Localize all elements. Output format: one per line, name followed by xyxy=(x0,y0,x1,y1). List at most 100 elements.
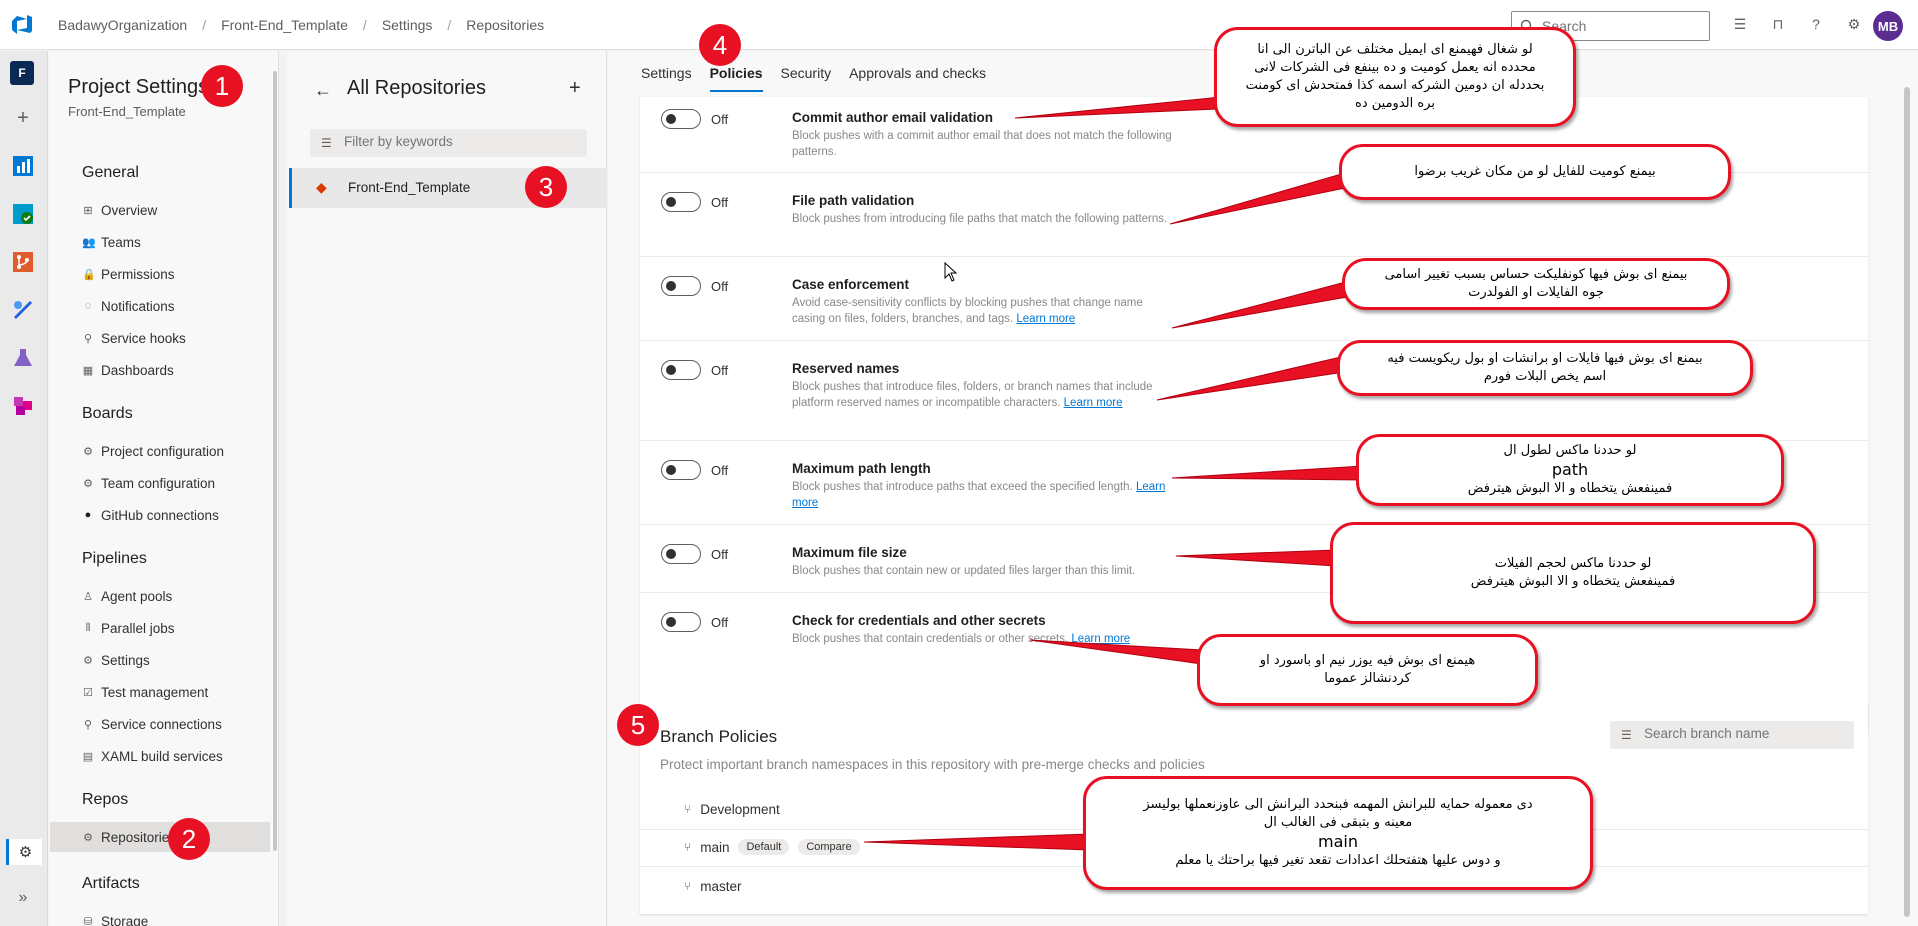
nav-item-pipeline-settings[interactable]: ⚙ Settings xyxy=(82,649,150,671)
callout-line: بيمنع اى بوش فيها فايلات او برانشات او ب… xyxy=(1387,351,1703,366)
repos-icon[interactable] xyxy=(10,249,36,275)
nav-item-storage[interactable]: ⛁ Storage xyxy=(82,910,148,926)
description-text: Block pushes with a commit author email … xyxy=(792,130,1172,158)
breadcrumb-project[interactable]: Front-End_Template xyxy=(221,17,348,33)
pipelines-icon[interactable] xyxy=(10,297,36,323)
branch-name: master xyxy=(700,878,742,894)
nav-item-label: Parallel jobs xyxy=(101,620,175,636)
toggle-maximum-path-length[interactable] xyxy=(661,460,701,480)
learn-more-link[interactable]: Learn more xyxy=(1071,633,1130,645)
overview-icon[interactable] xyxy=(10,153,36,179)
tab-security[interactable]: Security xyxy=(781,65,832,92)
test-icon: ☑ xyxy=(83,686,93,699)
nav-item-overview[interactable]: ⊞ Overview xyxy=(82,199,157,221)
toggle-check-credentials[interactable] xyxy=(661,612,701,632)
boards-icon[interactable] xyxy=(10,201,36,227)
branch-icon: ⑂ xyxy=(684,802,692,816)
main-scrollbar[interactable] xyxy=(1904,87,1910,917)
toggle-case-enforcement[interactable] xyxy=(661,276,701,296)
back-arrow-icon[interactable]: ← xyxy=(314,80,332,101)
config-icon: ⚙ xyxy=(83,445,93,458)
filter-input[interactable] xyxy=(344,134,574,149)
policy-title: Commit author email validation xyxy=(792,110,994,125)
compare-badge[interactable]: Compare xyxy=(798,839,860,855)
project-icon[interactable]: F xyxy=(10,61,34,85)
add-repository-button[interactable]: + xyxy=(569,77,581,100)
test-plans-icon[interactable] xyxy=(10,345,36,371)
branch-row-main[interactable]: ⑂ main Default Compare xyxy=(684,837,860,857)
toggle-state: Off xyxy=(711,615,729,630)
nav-item-dashboards[interactable]: ▦ Dashboards xyxy=(82,359,174,381)
breadcrumb-organization[interactable]: BadawyOrganization xyxy=(58,17,187,33)
nav-item-notifications[interactable]: ◌ Notifications xyxy=(82,295,175,317)
repo-icon: ⚙ xyxy=(83,831,93,844)
toggle-commit-author-email[interactable] xyxy=(661,109,701,129)
nav-item-label: Dashboards xyxy=(101,362,174,378)
branch-search-box[interactable]: ☰ xyxy=(1610,721,1854,749)
help-icon[interactable]: ? xyxy=(1805,13,1827,35)
expand-icon[interactable]: » xyxy=(10,885,36,911)
policy-title: Reserved names xyxy=(792,361,900,376)
parallel-icon: ⫴ xyxy=(85,621,91,634)
tab-bar: Settings Policies Security Approvals and… xyxy=(641,65,1004,92)
artifacts-icon[interactable] xyxy=(10,393,36,419)
branch-icon: ⑂ xyxy=(684,879,692,893)
nav-scrollbar[interactable] xyxy=(273,71,277,851)
callout-credentials: هيمنع اى بوش فيه يوزر نيم او باسورد او ك… xyxy=(1197,634,1538,706)
nav-item-service-hooks[interactable]: ⚲ Service hooks xyxy=(82,327,186,349)
breadcrumb-settings[interactable]: Settings xyxy=(382,17,433,33)
build-icon: ▤ xyxy=(82,750,94,763)
toggle-file-path-validation[interactable] xyxy=(661,192,701,212)
shopping-bag-icon[interactable]: ⊓ xyxy=(1767,13,1789,35)
agent-icon: ♙ xyxy=(83,590,93,603)
avatar[interactable]: MB xyxy=(1873,11,1903,41)
tab-approvals-and-checks[interactable]: Approvals and checks xyxy=(849,65,986,92)
policy-description: Avoid case-sensitivity conflicts by bloc… xyxy=(792,295,1172,327)
nav-item-github-connections[interactable]: ● GitHub connections xyxy=(82,504,219,526)
nav-item-xaml-build-services[interactable]: ▤ XAML build services xyxy=(82,745,223,767)
nav-item-label: Overview xyxy=(101,202,158,218)
breadcrumb-repositories[interactable]: Repositories xyxy=(466,17,544,33)
plug-icon: ⚲ xyxy=(83,718,93,731)
toggle-maximum-file-size[interactable] xyxy=(661,544,701,564)
learn-more-link[interactable]: Learn more xyxy=(1064,397,1123,409)
nav-item-team-configuration[interactable]: ⚙ Team configuration xyxy=(82,472,215,494)
tab-policies[interactable]: Policies xyxy=(709,65,763,92)
callout-line: بيمنع اى بوش فيها كونفليكت حساس بسبب تغي… xyxy=(1384,267,1688,282)
nav-item-teams[interactable]: 👥 Teams xyxy=(82,231,141,253)
branch-search-input[interactable] xyxy=(1644,726,1844,741)
callout-line: معينه و بتبقى فى الغالب ال xyxy=(1263,815,1413,830)
nav-item-permissions[interactable]: 🔒 Permissions xyxy=(82,263,175,285)
callout-line: جوه الفايلات او الفولدرت xyxy=(1468,285,1604,300)
plus-icon[interactable]: + xyxy=(10,105,36,131)
branch-row-master[interactable]: ⑂ master xyxy=(684,876,741,896)
nav-item-service-connections[interactable]: ⚲ Service connections xyxy=(82,713,222,735)
callout-line: و دوس عليها هتفتحلك اعدادات تقعد تغير في… xyxy=(1175,853,1501,868)
github-icon: ● xyxy=(84,509,92,521)
left-rail: F + ⚙ » xyxy=(0,51,48,926)
nav-item-label: Service hooks xyxy=(101,330,186,346)
policy-description: Block pushes that introduce paths that e… xyxy=(792,479,1172,511)
lock-icon: 🔒 xyxy=(82,268,96,281)
policy-title: Case enforcement xyxy=(792,277,910,292)
callout-line: بحددله ان دومين الشركه اسمه كذا فمتحدش ا… xyxy=(1245,78,1545,93)
nav-item-repositories[interactable]: ⚙ Repositories xyxy=(50,822,270,852)
user-settings-icon[interactable]: ⚙ xyxy=(1843,13,1865,35)
annotation-number-1: 1 xyxy=(201,65,243,107)
branch-name: Development xyxy=(700,801,780,817)
settings-gear-icon[interactable]: ⚙ xyxy=(6,839,42,865)
azure-devops-logo-icon[interactable] xyxy=(10,14,34,36)
nav-item-label: Test management xyxy=(101,684,209,700)
nav-item-project-configuration[interactable]: ⚙ Project configuration xyxy=(82,440,224,462)
nav-item-agent-pools[interactable]: ♙ Agent pools xyxy=(82,585,172,607)
filter-box[interactable]: ☰ xyxy=(310,129,587,157)
list-check-icon[interactable]: ☰ xyxy=(1729,13,1751,35)
tab-settings[interactable]: Settings xyxy=(641,65,692,92)
nav-item-test-management[interactable]: ☑ Test management xyxy=(82,681,208,703)
nav-item-parallel-jobs[interactable]: ⫴ Parallel jobs xyxy=(82,617,175,639)
storage-icon: ⛁ xyxy=(83,915,93,926)
toggle-reserved-names[interactable] xyxy=(661,360,701,380)
learn-more-link[interactable]: Learn more xyxy=(1016,313,1075,325)
policy-title: File path validation xyxy=(792,193,915,208)
branch-row-development[interactable]: ⑂ Development xyxy=(684,799,780,819)
